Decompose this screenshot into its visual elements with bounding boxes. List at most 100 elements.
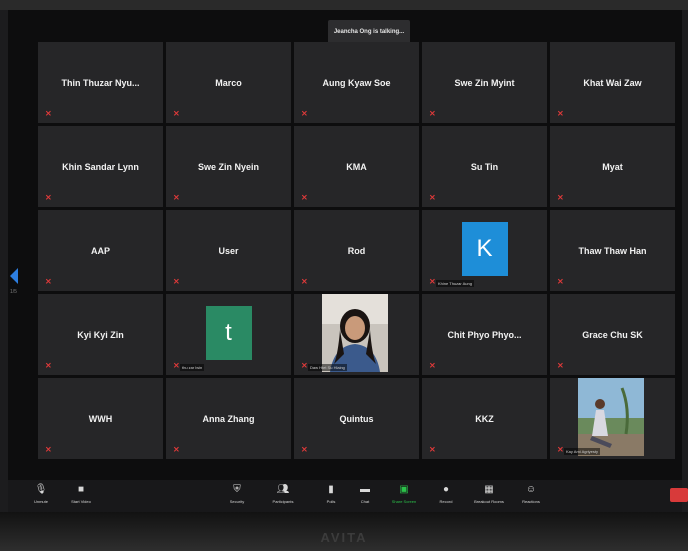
participant-name: KMA xyxy=(346,161,367,172)
muted-microphone-icon: ⨯ xyxy=(173,361,180,370)
participant-name: Anna Zhang xyxy=(202,413,255,424)
participant-name: Thaw Thaw Han xyxy=(578,245,647,256)
participant-name: Swe Zin Myint xyxy=(454,77,515,88)
participant-tile[interactable]: AAP ⨯ xyxy=(38,210,163,291)
participant-name: Swe Zin Nyein xyxy=(197,161,259,172)
participant-name: Rod xyxy=(347,245,366,256)
muted-microphone-icon: ⨯ xyxy=(429,109,436,118)
participant-name: Marco xyxy=(215,77,242,88)
meeting-toolbar: 🎙︎ Unmute ■ Start Video ⛨ Security 👥︎ Pa… xyxy=(8,480,682,512)
muted-microphone-icon: ⨯ xyxy=(173,109,180,118)
bar-chart-icon: ▮ xyxy=(328,484,334,495)
gallery-grid: Thin Thuzar Nyu... ⨯ Marco ⨯ Aung Kyaw Soe ⨯ S… xyxy=(38,42,675,459)
participant-tile[interactable]: K ⨯ Khine Thuzar Aung xyxy=(422,210,547,291)
participant-tile[interactable]: Myat ⨯ xyxy=(550,126,675,207)
muted-microphone-icon: ⨯ xyxy=(45,193,52,202)
participant-name: Aung Kyaw Soe xyxy=(322,77,391,88)
chat-button[interactable]: ▬ Chat xyxy=(354,484,376,504)
muted-microphone-icon: ⨯ xyxy=(301,361,308,370)
muted-microphone-icon: ⨯ xyxy=(429,193,436,202)
participant-tile[interactable]: ⨯ Kay Ami Agriyesty xyxy=(550,378,675,459)
participant-tile[interactable]: KKZ ⨯ xyxy=(422,378,547,459)
record-icon: ● xyxy=(442,484,450,495)
participant-tile[interactable]: User ⨯ xyxy=(166,210,291,291)
muted-microphone-icon: ⨯ xyxy=(557,109,564,118)
participant-tile[interactable]: ⨯ Daw Htet Su Hlaing xyxy=(294,294,419,375)
participant-tile[interactable]: Rod ⨯ xyxy=(294,210,419,291)
record-button[interactable]: ● Record xyxy=(434,484,458,504)
participant-tile[interactable]: WWH ⨯ xyxy=(38,378,163,459)
muted-microphone-icon: ⨯ xyxy=(45,361,52,370)
video-camera-off-icon: ■ xyxy=(77,484,85,495)
muted-microphone-icon: ⨯ xyxy=(301,109,308,118)
participant-tile[interactable]: Thaw Thaw Han ⨯ xyxy=(550,210,675,291)
shield-icon: ⛨ xyxy=(233,484,241,495)
participant-tile[interactable]: Khin Sandar Lynn ⨯ xyxy=(38,126,163,207)
polls-button[interactable]: ▮ Polls xyxy=(320,484,342,504)
participant-name: Chit Phyo Phyo... xyxy=(447,329,522,340)
participant-tile[interactable]: Aung Kyaw Soe ⨯ xyxy=(294,42,419,123)
share-screen-icon: ▣ xyxy=(399,484,409,495)
participant-tile[interactable]: Quintus ⨯ xyxy=(294,378,419,459)
participant-tile[interactable]: Swe Zin Nyein ⨯ xyxy=(166,126,291,207)
participant-name: Quintus xyxy=(339,413,374,424)
participant-tile[interactable]: Chit Phyo Phyo... ⨯ xyxy=(422,294,547,375)
participant-tile[interactable]: Anna Zhang ⨯ xyxy=(166,378,291,459)
unmute-button[interactable]: 🎙︎ Unmute xyxy=(28,484,54,504)
participant-tile[interactable]: Swe Zin Myint ⨯ xyxy=(422,42,547,123)
participant-name: Myat xyxy=(602,161,623,172)
security-button[interactable]: ⛨ Security xyxy=(224,484,250,504)
participant-tile[interactable]: Su Tin ⨯ xyxy=(422,126,547,207)
muted-microphone-icon: ⨯ xyxy=(301,445,308,454)
muted-microphone-icon: ⨯ xyxy=(557,361,564,370)
participants-button[interactable]: 👥︎ Participants xyxy=(266,484,300,504)
muted-microphone-icon: ⨯ xyxy=(45,445,52,454)
muted-microphone-icon: ⨯ xyxy=(429,361,436,370)
muted-microphone-icon: ⨯ xyxy=(173,445,180,454)
participant-avatar: t xyxy=(205,306,252,360)
people-icon: 👥︎ xyxy=(276,484,290,495)
participant-name-label: Daw Htet Su Hlaing xyxy=(308,364,347,371)
active-speaker-banner: Jeancha Ong is talking... xyxy=(328,20,410,44)
participant-name: Kyi Kyi Zin xyxy=(77,329,124,340)
grid-icon: ▦ xyxy=(484,484,494,495)
muted-microphone-icon: ⨯ xyxy=(557,193,564,202)
smiley-icon: ☺ xyxy=(525,484,537,495)
participant-name: Su Tin xyxy=(470,161,499,172)
muted-microphone-icon: ⨯ xyxy=(429,445,436,454)
reactions-button[interactable]: ☺ Reactions xyxy=(516,484,546,504)
muted-microphone-icon: ⨯ xyxy=(173,193,180,202)
participant-name-label: Kay Ami Agriyesty xyxy=(564,448,601,455)
participant-tile[interactable]: Grace Chu SK ⨯ xyxy=(550,294,675,375)
participant-name: WWH xyxy=(88,413,113,424)
participant-name: Khin Sandar Lynn xyxy=(62,161,139,172)
participant-photo xyxy=(578,378,644,456)
chat-bubble-icon: ▬ xyxy=(360,484,370,495)
participant-tile[interactable]: Thin Thuzar Nyu... ⨯ xyxy=(38,42,163,123)
share-screen-button[interactable]: ▣ Share Screen xyxy=(388,484,420,504)
page-indicator: 1/5 xyxy=(10,289,17,295)
participant-tile[interactable]: Khat Wai Zaw ⨯ xyxy=(550,42,675,123)
participant-tile[interactable]: t ⨯ thu zar lwin xyxy=(166,294,291,375)
muted-microphone-icon: ⨯ xyxy=(301,277,308,286)
participant-photo xyxy=(322,294,388,372)
participant-avatar: K xyxy=(461,222,508,276)
end-meeting-button[interactable] xyxy=(670,488,688,502)
participant-name: User xyxy=(218,245,239,256)
microphone-muted-icon: 🎙︎ xyxy=(34,484,48,495)
participant-tile[interactable]: Kyi Kyi Zin ⨯ xyxy=(38,294,163,375)
participant-name-label: Khine Thuzar Aung xyxy=(436,280,474,287)
breakout-rooms-button[interactable]: ▦ Breakout Rooms xyxy=(468,484,510,504)
muted-microphone-icon: ⨯ xyxy=(301,193,308,202)
participant-name: KKZ xyxy=(475,413,494,424)
participant-name: Grace Chu SK xyxy=(582,329,643,340)
participant-tile[interactable]: KMA ⨯ xyxy=(294,126,419,207)
participant-name: Thin Thuzar Nyu... xyxy=(61,77,140,88)
muted-microphone-icon: ⨯ xyxy=(45,109,52,118)
muted-microphone-icon: ⨯ xyxy=(45,277,52,286)
previous-page-arrow-icon[interactable] xyxy=(10,268,18,284)
participant-tile[interactable]: Marco ⨯ xyxy=(166,42,291,123)
participant-name-label: thu zar lwin xyxy=(180,364,205,371)
muted-microphone-icon: ⨯ xyxy=(173,277,180,286)
start-video-button[interactable]: ■ Start Video xyxy=(66,484,96,504)
